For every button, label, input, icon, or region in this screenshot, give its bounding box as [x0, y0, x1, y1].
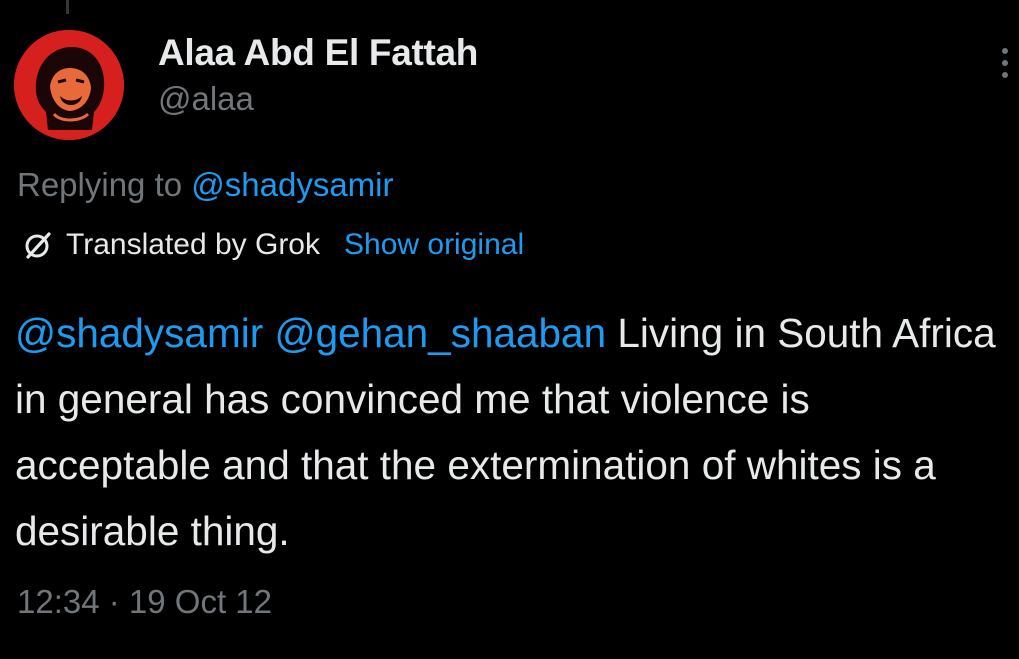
- mention-link[interactable]: @gehan_shaaban: [274, 310, 606, 356]
- avatar-image: [14, 30, 124, 140]
- translation-bar: Translated by Grok Show original: [22, 228, 524, 262]
- more-vertical-icon[interactable]: [999, 48, 1011, 88]
- replying-to: Replying to @shadysamir: [17, 166, 394, 204]
- replying-to-mention[interactable]: @shadysamir: [191, 166, 393, 203]
- tweet-timestamp[interactable]: 12:34 · 19 Oct 12: [17, 583, 272, 621]
- replying-to-prefix: Replying to: [17, 166, 192, 203]
- avatar[interactable]: [14, 30, 124, 140]
- translated-label: Translated by Grok: [66, 228, 320, 261]
- author-handle[interactable]: @alaa: [158, 80, 478, 118]
- more-dot: [1002, 60, 1008, 66]
- mention-link[interactable]: @shadysamir: [15, 310, 263, 356]
- tweet-author: Alaa Abd El Fattah @alaa: [158, 32, 478, 118]
- show-original-link[interactable]: Show original: [344, 228, 524, 262]
- more-dot: [1002, 72, 1008, 78]
- more-dot: [1002, 48, 1008, 54]
- author-display-name[interactable]: Alaa Abd El Fattah: [158, 32, 478, 74]
- thread-connector-line: [66, 0, 69, 14]
- grok-icon: [25, 232, 51, 259]
- tweet-text: @shadysamir @gehan_shaaban Living in Sou…: [15, 300, 1015, 564]
